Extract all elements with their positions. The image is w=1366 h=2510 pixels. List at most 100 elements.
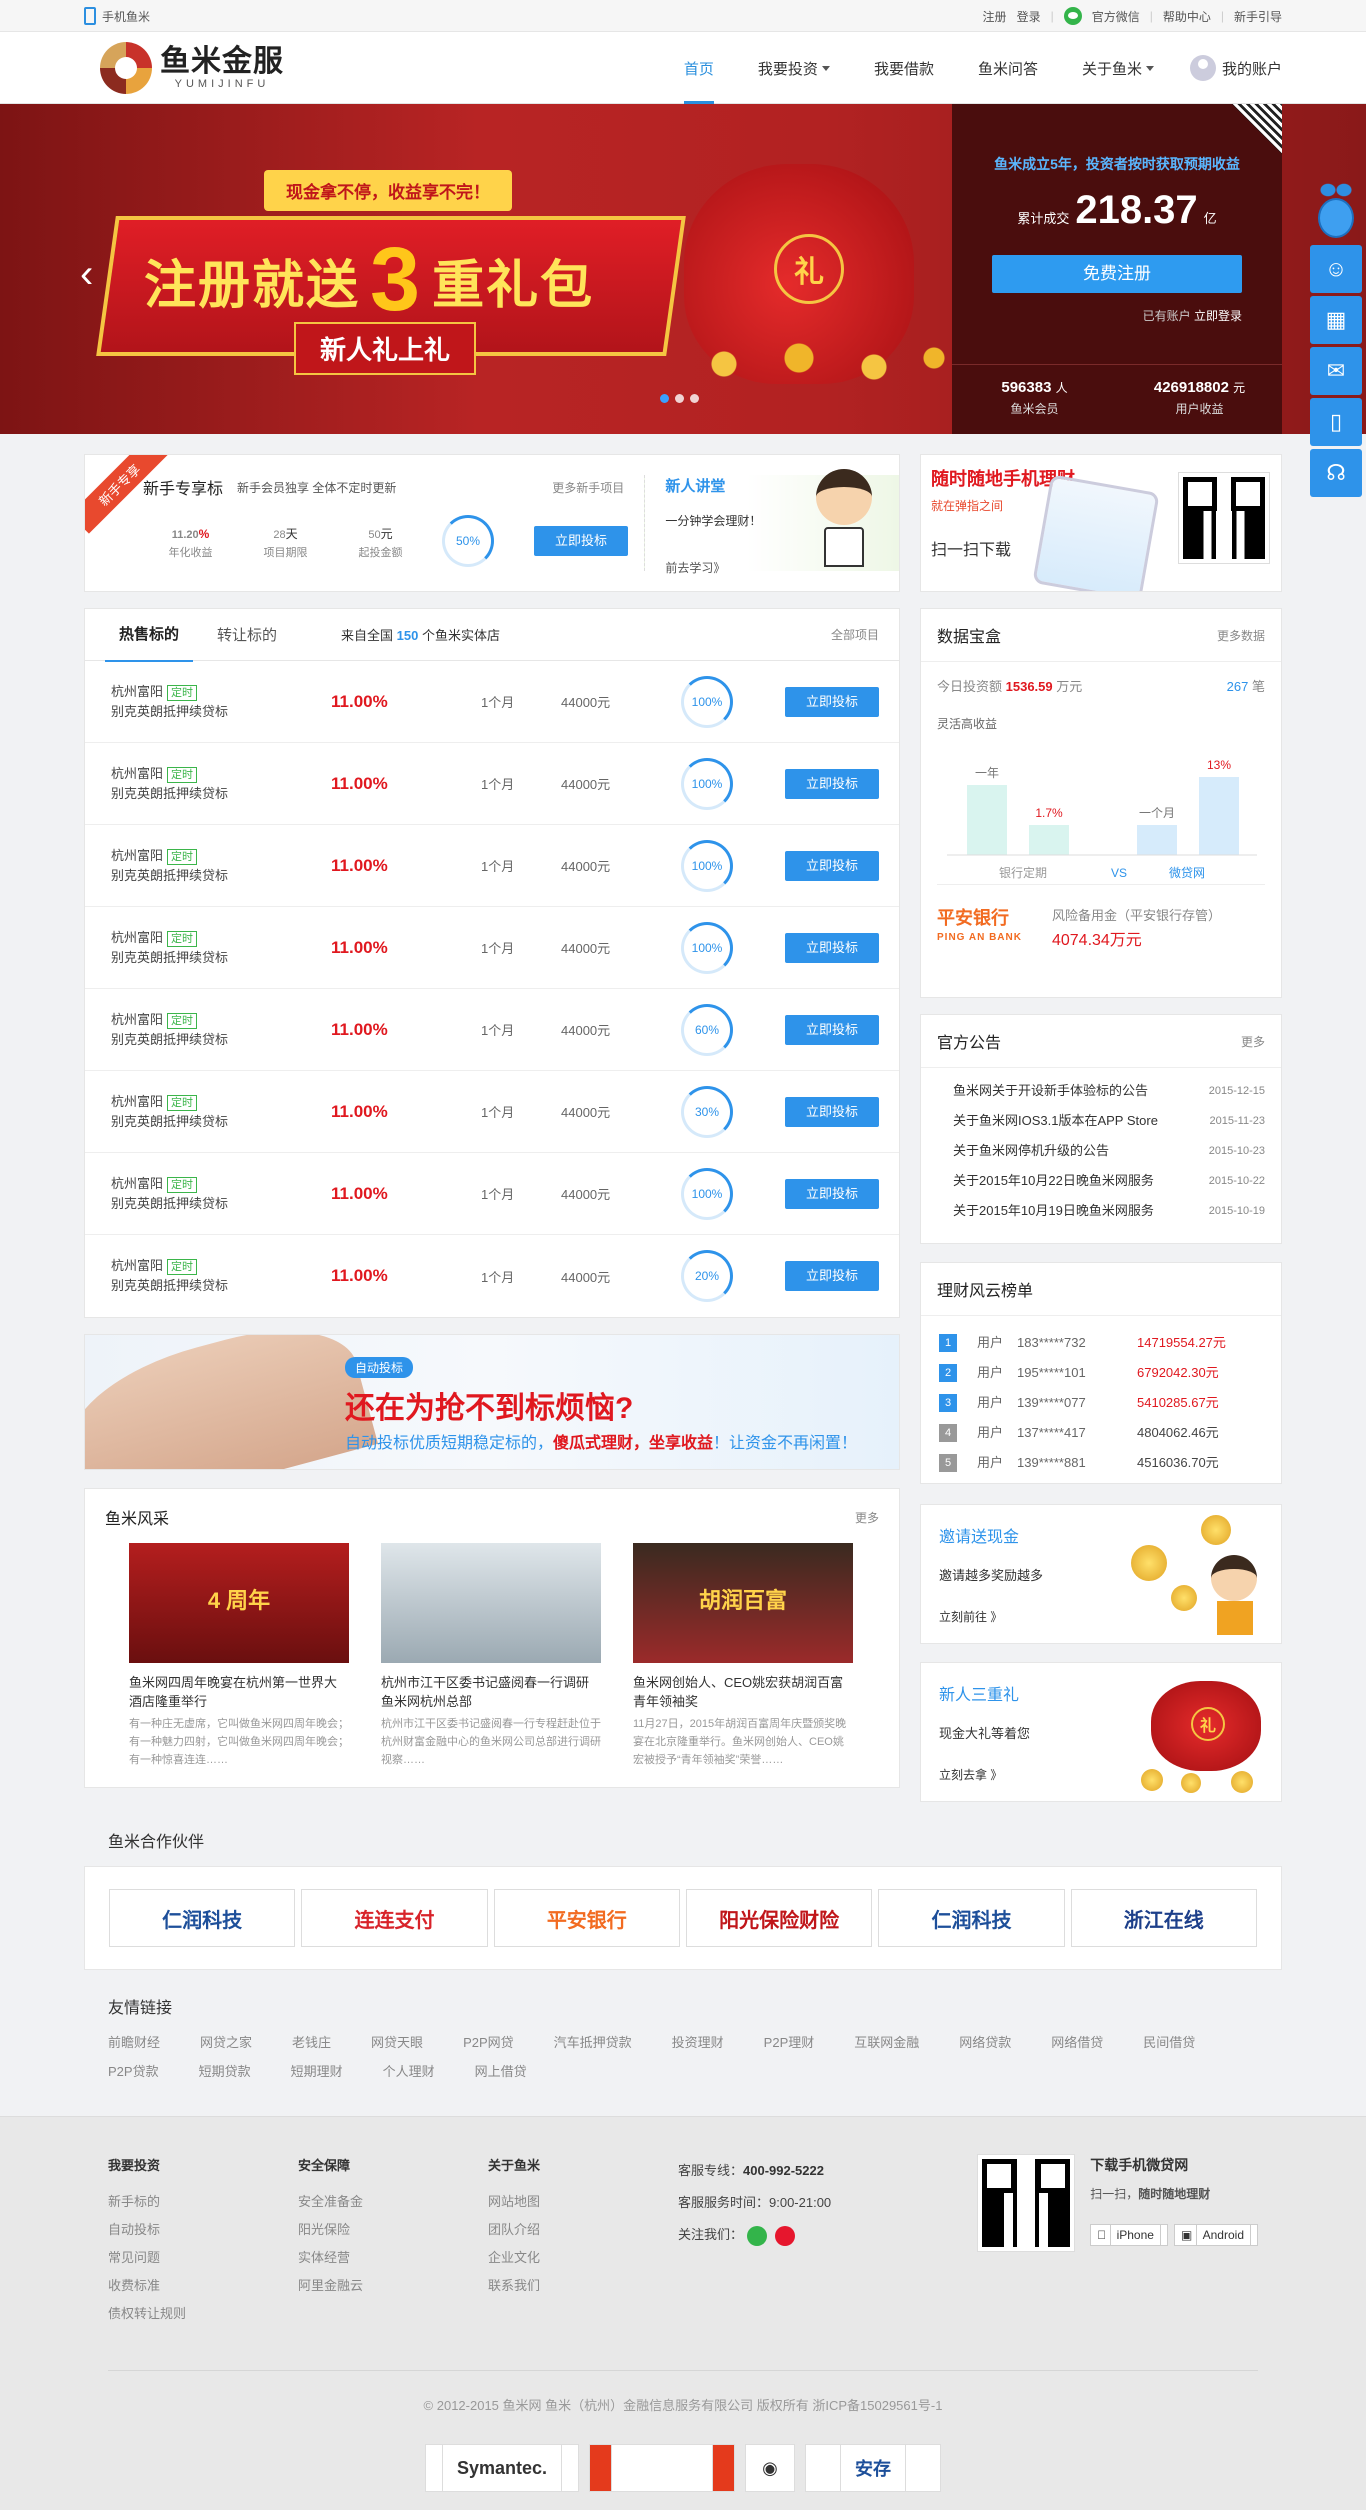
carousel-prev-icon[interactable]: ‹ bbox=[80, 254, 104, 294]
free-register-button[interactable]: 免费注册 bbox=[992, 255, 1242, 293]
nav-about[interactable]: 关于鱼米 bbox=[1060, 32, 1176, 104]
invest-button[interactable]: 立即投标 bbox=[785, 1014, 879, 1045]
weibo-icon[interactable] bbox=[774, 2225, 795, 2246]
help-center-link[interactable]: 帮助中心 bbox=[1163, 8, 1211, 25]
friend-link[interactable]: 民间借贷 bbox=[1143, 2032, 1195, 2051]
friend-link[interactable]: P2P贷款 bbox=[108, 2061, 159, 2080]
nav-home[interactable]: 首页 bbox=[662, 32, 736, 104]
iphone-download-button[interactable]:  iPhone bbox=[1090, 2224, 1168, 2246]
wechat-float-icon[interactable]: ✉ bbox=[1310, 347, 1362, 395]
notice-item[interactable]: 关于2015年10月22日晚鱼米网服务 2015-10-22 bbox=[953, 1166, 1265, 1196]
invest-button[interactable]: 立即投标 bbox=[785, 1178, 879, 1209]
more-newbie-link[interactable]: 更多新手项目 bbox=[552, 479, 624, 496]
invest-button[interactable]: 立即投标 bbox=[785, 1096, 879, 1127]
friend-link[interactable]: 网贷之家 bbox=[200, 2032, 252, 2051]
footer-link[interactable]: 债权转让规则 bbox=[108, 2300, 298, 2328]
friend-link[interactable]: 投资理财 bbox=[672, 2032, 724, 2051]
notice-item[interactable]: 关于2015年10月19日晚鱼米网服务 2015-10-19 bbox=[953, 1196, 1265, 1226]
tab-transfer[interactable]: 转让标的 bbox=[203, 608, 291, 661]
site-logo[interactable]: 鱼米金服 YUMIJINFU bbox=[100, 42, 284, 94]
partner-logo[interactable]: 浙江在线 bbox=[1070, 1889, 1257, 1947]
nav-invest[interactable]: 我要投资 bbox=[736, 32, 852, 104]
partner-logo[interactable]: 平安银行 bbox=[493, 1889, 680, 1947]
wechat-icon[interactable] bbox=[746, 2225, 767, 2246]
news-item[interactable]: 胡润百富 鱼米网创始人、CEO姚宏获胡润百富青年领袖奖 11月27日，2015年… bbox=[633, 1543, 853, 1769]
friend-link[interactable]: 网上借贷 bbox=[475, 2061, 527, 2080]
friend-link[interactable]: 互联网金融 bbox=[854, 2032, 919, 2051]
footer-link[interactable]: 网站地图 bbox=[488, 2188, 678, 2216]
footer-link[interactable]: 收费标准 bbox=[108, 2272, 298, 2300]
my-account-link[interactable]: 我的账户 bbox=[1176, 55, 1282, 81]
friend-link[interactable]: P2P理财 bbox=[764, 2032, 815, 2051]
product-name[interactable]: 杭州富阳 定时 别克英朗抵押续贷标 bbox=[111, 1092, 331, 1132]
login-link[interactable]: 登录 bbox=[1017, 8, 1041, 25]
invest-button[interactable]: 立即投标 bbox=[785, 768, 879, 799]
symantec-badge[interactable]: Symantec. bbox=[425, 2444, 579, 2492]
partner-logo[interactable]: 仁润科技 bbox=[109, 1889, 296, 1947]
wechat-link[interactable]: 官方微信 bbox=[1092, 8, 1140, 25]
footer-link[interactable]: 阳光保险 bbox=[298, 2216, 488, 2244]
friend-link[interactable]: 前瞻财经 bbox=[108, 2032, 160, 2051]
invest-button[interactable]: 立即投标 bbox=[785, 850, 879, 881]
product-name[interactable]: 杭州富阳 定时 别克英朗抵押续贷标 bbox=[111, 1174, 331, 1214]
qr-code-icon[interactable]: ▦ bbox=[1310, 296, 1362, 344]
news-item[interactable]: 4 周年 鱼米网四周年晚宴在杭州第一世界大酒店隆重举行 有一种庄无虚席，它叫做鱼… bbox=[129, 1543, 349, 1769]
footer-link[interactable]: 阿里金融云 bbox=[298, 2272, 488, 2300]
news-title[interactable]: 杭州市江干区委书记盛阅春一行调研鱼米网杭州总部 bbox=[381, 1673, 601, 1711]
login-now-link[interactable]: 立即登录 bbox=[1194, 309, 1242, 323]
mobile-app-icon[interactable]: ▯ bbox=[1310, 398, 1362, 446]
police-badge[interactable]: ◉ bbox=[745, 2444, 795, 2492]
friend-link[interactable]: 网贷天眼 bbox=[371, 2032, 423, 2051]
footer-link[interactable]: 团队介绍 bbox=[488, 2216, 678, 2244]
nav-borrow[interactable]: 我要借款 bbox=[852, 32, 956, 104]
product-name[interactable]: 杭州富阳 定时 别克英朗抵押续贷标 bbox=[111, 1010, 331, 1050]
footer-link[interactable]: 企业文化 bbox=[488, 2244, 678, 2272]
notice-item[interactable]: 关于鱼米网停机升级的公告 2015-10-23 bbox=[953, 1136, 1265, 1166]
friend-link[interactable]: 短期理财 bbox=[291, 2061, 343, 2080]
tab-hot[interactable]: 热售标的 bbox=[105, 607, 194, 662]
product-name[interactable]: 杭州富阳 定时 别克英朗抵押续贷标 bbox=[111, 846, 331, 886]
news-item[interactable]: 杭州市江干区委书记盛阅春一行调研鱼米网杭州总部 杭州市江干区委书记盛阅春一行专程… bbox=[381, 1543, 601, 1769]
friend-link[interactable]: 短期贷款 bbox=[199, 2061, 251, 2080]
invest-button[interactable]: 立即投标 bbox=[785, 686, 879, 717]
trusted-site-badge[interactable]: 可信网站 bbox=[589, 2444, 735, 2492]
mobile-finance-card[interactable]: 随时随地手机理财 就在弹指之间 扫一扫下载 bbox=[920, 454, 1282, 592]
mobile-link[interactable]: 手机鱼米 bbox=[84, 7, 150, 25]
more-data-link[interactable]: 更多数据 bbox=[1217, 627, 1265, 644]
news-title[interactable]: 鱼米网创始人、CEO姚宏获胡润百富青年领袖奖 bbox=[633, 1673, 853, 1711]
headset-icon[interactable]: ☊ bbox=[1310, 449, 1362, 497]
friend-link[interactable]: P2P网贷 bbox=[463, 2032, 514, 2051]
partner-logo[interactable]: 连连支付 bbox=[301, 1889, 488, 1947]
footer-link[interactable]: 新手标的 bbox=[108, 2188, 298, 2216]
footer-link[interactable]: 实体经营 bbox=[298, 2244, 488, 2272]
friend-link[interactable]: 汽车抵押贷款 bbox=[554, 2032, 632, 2051]
footer-link[interactable]: 联系我们 bbox=[488, 2272, 678, 2300]
triple-gift-card[interactable]: 新人三重礼 现金大礼等着您 立刻去拿 》 礼 bbox=[920, 1662, 1282, 1802]
carousel-dot[interactable] bbox=[660, 394, 669, 403]
product-name[interactable]: 杭州富阳 定时 别克英朗抵押续贷标 bbox=[111, 928, 331, 968]
android-download-button[interactable]: ▣ Android bbox=[1173, 2224, 1258, 2246]
footer-link[interactable]: 自动投标 bbox=[108, 2216, 298, 2244]
friend-link[interactable]: 老钱庄 bbox=[292, 2032, 331, 2051]
invite-cash-card[interactable]: 邀请送现金 邀请越多奖励越多 立刻前往 》 bbox=[920, 1504, 1282, 1644]
footer-link[interactable]: 安全准备金 bbox=[298, 2188, 488, 2216]
product-name[interactable]: 杭州富阳 定时 别克英朗抵押续贷标 bbox=[111, 682, 331, 722]
nav-qa[interactable]: 鱼米问答 bbox=[956, 32, 1060, 104]
notice-item[interactable]: 关于鱼米网IOS3.1版本在APP Store 2015-11-23 bbox=[953, 1106, 1265, 1136]
ancun-badge[interactable]: 安存 bbox=[805, 2444, 941, 2492]
newbie-invest-button[interactable]: 立即投标 bbox=[534, 526, 628, 556]
new-user-guide-link[interactable]: 新手引导 bbox=[1234, 8, 1282, 25]
auto-invest-banner[interactable]: 自动投标 还在为抢不到标烦恼? 自动投标优质短期稳定标的，傻瓜式理财，坐享收益！… bbox=[84, 1334, 900, 1470]
invest-button[interactable]: 立即投标 bbox=[785, 932, 879, 963]
notice-more-link[interactable]: 更多 bbox=[1241, 1033, 1265, 1050]
qr-corner-icon[interactable] bbox=[1232, 104, 1282, 154]
news-title[interactable]: 鱼米网四周年晚宴在杭州第一世界大酒店隆重举行 bbox=[129, 1673, 349, 1711]
friend-link[interactable]: 网络贷款 bbox=[959, 2032, 1011, 2051]
notice-item[interactable]: 鱼米网关于开设新手体验标的公告 2015-12-15 bbox=[953, 1076, 1265, 1106]
footer-link[interactable]: 常见问题 bbox=[108, 2244, 298, 2272]
carousel-dot[interactable] bbox=[675, 394, 684, 403]
product-name[interactable]: 杭州富阳 定时 别克英朗抵押续贷标 bbox=[111, 1256, 331, 1296]
all-projects-link[interactable]: 全部项目 bbox=[831, 626, 879, 643]
register-link[interactable]: 注册 bbox=[983, 8, 1007, 25]
partner-logo[interactable]: 阳光保险财险 bbox=[685, 1889, 873, 1947]
